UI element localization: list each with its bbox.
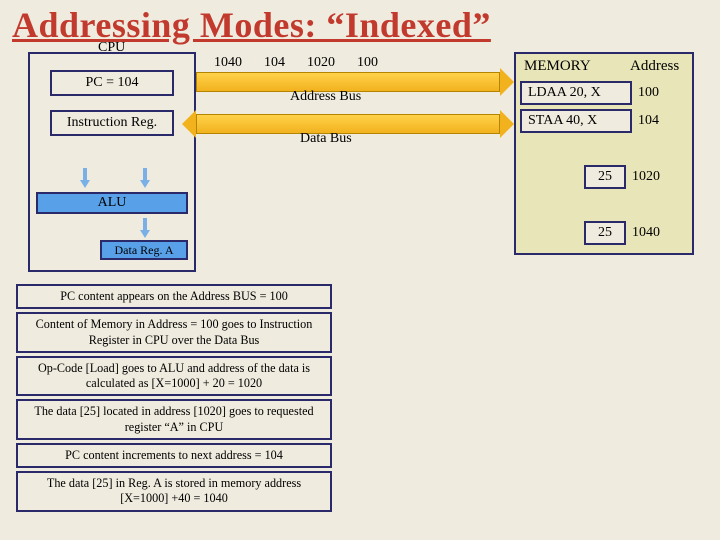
memory-row: 25 1020	[516, 163, 692, 191]
memory-cell-addr: 100	[634, 83, 692, 103]
step-box: PC content increments to next address = …	[16, 443, 332, 468]
arrow-down-icon	[140, 230, 150, 238]
address-bus-values: 1040 104 1020 100	[214, 55, 494, 71]
arrow-right-icon	[500, 110, 514, 138]
step-box: Op-Code [Load] goes to ALU and address o…	[16, 356, 332, 397]
step-box: PC content appears on the Address BUS = …	[16, 284, 332, 309]
memory-cell-instr: LDAA 20, X	[520, 81, 632, 105]
memory-cell-instr: STAA 40, X	[520, 109, 632, 133]
steps-list: PC content appears on the Address BUS = …	[16, 284, 332, 515]
pc-register: PC = 104	[50, 70, 174, 96]
arrow-down-icon	[80, 180, 90, 188]
memory-header-address: Address	[626, 54, 692, 79]
data-bus-label: Data Bus	[300, 131, 352, 147]
memory-header: MEMORY Address	[516, 54, 692, 79]
addr-bus-val: 1040	[214, 55, 242, 71]
arrow-down-icon	[140, 180, 150, 188]
data-register-a: Data Reg. A	[100, 240, 188, 260]
memory-box: MEMORY Address LDAA 20, X 100 STAA 40, X…	[514, 52, 694, 255]
arrow-right-icon	[500, 68, 514, 96]
memory-row: LDAA 20, X 100	[516, 79, 692, 107]
arrow-left-icon	[182, 110, 196, 138]
addr-bus-val: 1020	[307, 55, 335, 71]
memory-header-label: MEMORY	[516, 54, 626, 79]
memory-row: STAA 40, X 104	[516, 107, 692, 135]
memory-cell-value: 25	[584, 221, 626, 245]
memory-cell-addr: 104	[634, 111, 692, 131]
address-bus-label: Address Bus	[290, 89, 361, 105]
step-box: Content of Memory in Address = 100 goes …	[16, 312, 332, 353]
addr-bus-val: 100	[357, 55, 378, 71]
addr-bus-val: 104	[264, 55, 285, 71]
memory-cell-addr: 1040	[628, 223, 686, 243]
memory-cell-value: 25	[584, 165, 626, 189]
alu-block: ALU	[36, 192, 188, 214]
step-box: The data [25] located in address [1020] …	[16, 399, 332, 440]
memory-row: 25 1040	[516, 219, 692, 247]
memory-cell-addr: 1020	[628, 167, 686, 187]
instruction-register: Instruction Reg.	[50, 110, 174, 136]
step-box: The data [25] in Reg. A is stored in mem…	[16, 471, 332, 512]
